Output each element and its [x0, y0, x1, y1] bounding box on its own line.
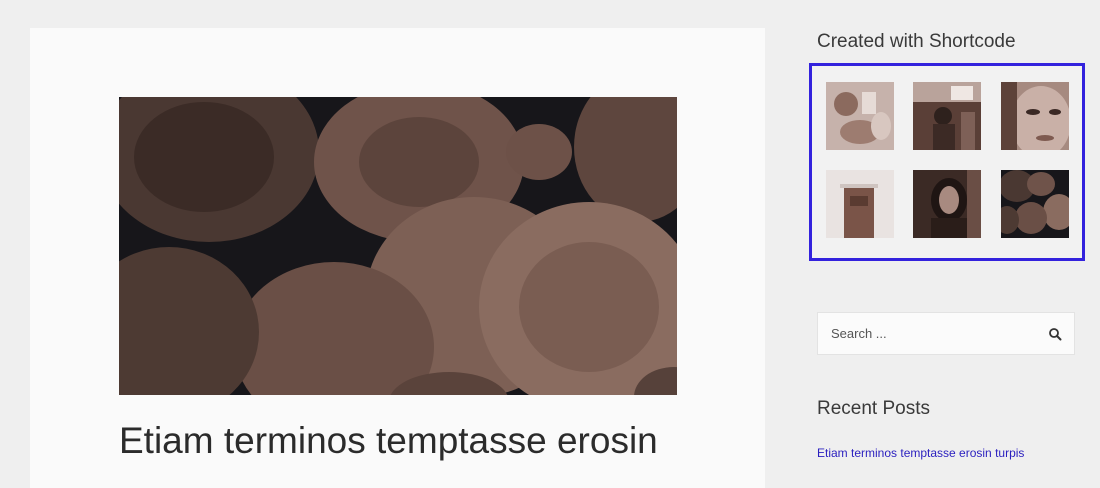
gallery-thumb-hands-with-drinks[interactable]	[826, 82, 894, 150]
recent-posts-title: Recent Posts	[817, 398, 930, 419]
gallery-widget-title: Created with Shortcode	[817, 31, 1016, 52]
post-title[interactable]: Etiam terminos temptasse erosin	[119, 420, 658, 462]
gallery-thumb-wooden-door[interactable]	[826, 170, 894, 238]
search-button[interactable]	[1042, 321, 1068, 347]
gallery-grid	[809, 63, 1085, 261]
gallery-thumb-people-in-cafe[interactable]	[913, 82, 981, 150]
gallery-thumb-stacked-logs[interactable]	[1001, 170, 1069, 238]
article-card: Etiam terminos temptasse erosin	[30, 28, 765, 488]
search-input[interactable]	[818, 313, 1038, 354]
gallery-thumb-woman-face-closeup[interactable]	[1001, 82, 1069, 150]
featured-image[interactable]	[119, 97, 677, 395]
search-form	[817, 312, 1075, 355]
gallery-thumb-woman-dark-hair[interactable]	[913, 170, 981, 238]
stacked-logs-illustration	[119, 97, 677, 395]
search-icon	[1049, 328, 1062, 341]
recent-post-link[interactable]: Etiam terminos temptasse erosin turpis	[817, 446, 1024, 460]
